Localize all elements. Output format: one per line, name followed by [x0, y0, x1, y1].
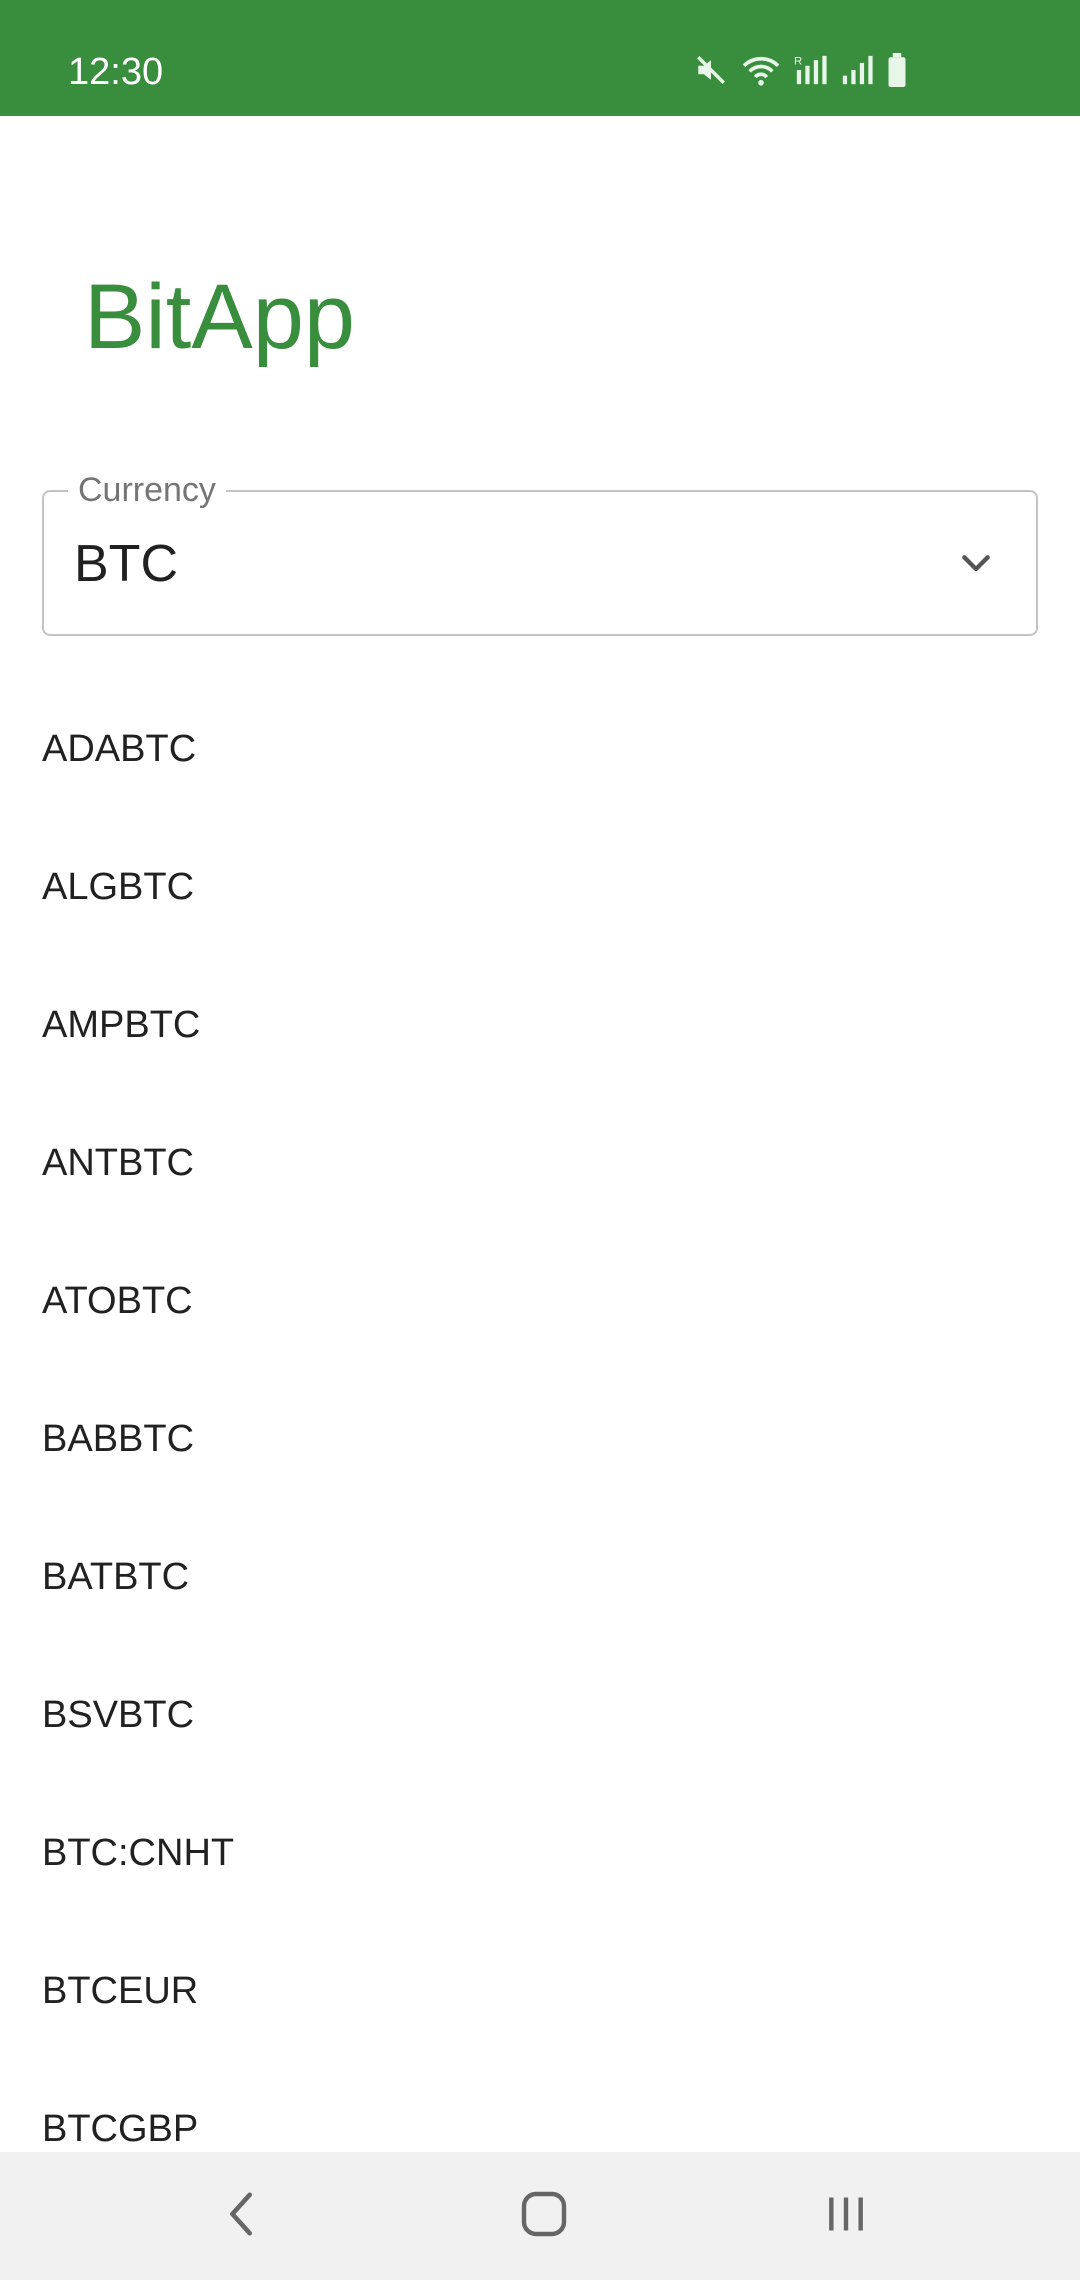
currency-select[interactable]: Currency BTC	[42, 468, 1038, 636]
battery-icon	[886, 53, 908, 87]
home-button[interactable]	[504, 2176, 584, 2256]
signal-roaming-icon: R	[794, 53, 828, 87]
status-icons: R	[694, 50, 908, 90]
app-title: BitApp	[84, 266, 356, 368]
back-icon	[222, 2189, 262, 2244]
status-time: 12:30	[68, 51, 164, 93]
svg-text:R: R	[794, 55, 802, 67]
back-button[interactable]	[202, 2176, 282, 2256]
list-item[interactable]: ANTBTC	[0, 1094, 1080, 1232]
list-item[interactable]: BATBTC	[0, 1508, 1080, 1646]
list-item[interactable]: BABBTC	[0, 1370, 1080, 1508]
list-item[interactable]: BSVBTC	[0, 1646, 1080, 1784]
currency-select-label: Currency	[68, 468, 226, 512]
list-item[interactable]: ADABTC	[0, 680, 1080, 818]
navigation-bar	[0, 2152, 1080, 2280]
recents-button[interactable]	[806, 2176, 886, 2256]
currency-select-value: BTC	[74, 535, 178, 593]
list-item[interactable]: ATOBTC	[0, 1232, 1080, 1370]
recents-icon	[823, 2192, 869, 2241]
wifi-icon	[740, 53, 782, 87]
list-item[interactable]: ALGBTC	[0, 818, 1080, 956]
list-item[interactable]: BTCEUR	[0, 1922, 1080, 2060]
list-item[interactable]: BTC:CNHT	[0, 1784, 1080, 1922]
home-icon	[520, 2190, 568, 2243]
pair-list: ADABTC ALGBTC AMPBTC ANTBTC ATOBTC BABBT…	[0, 680, 1080, 2198]
signal-icon	[840, 53, 874, 87]
mute-icon	[694, 53, 728, 87]
chevron-down-icon	[956, 544, 996, 589]
list-item[interactable]: AMPBTC	[0, 956, 1080, 1094]
status-bar: 12:30 R	[0, 0, 1080, 116]
